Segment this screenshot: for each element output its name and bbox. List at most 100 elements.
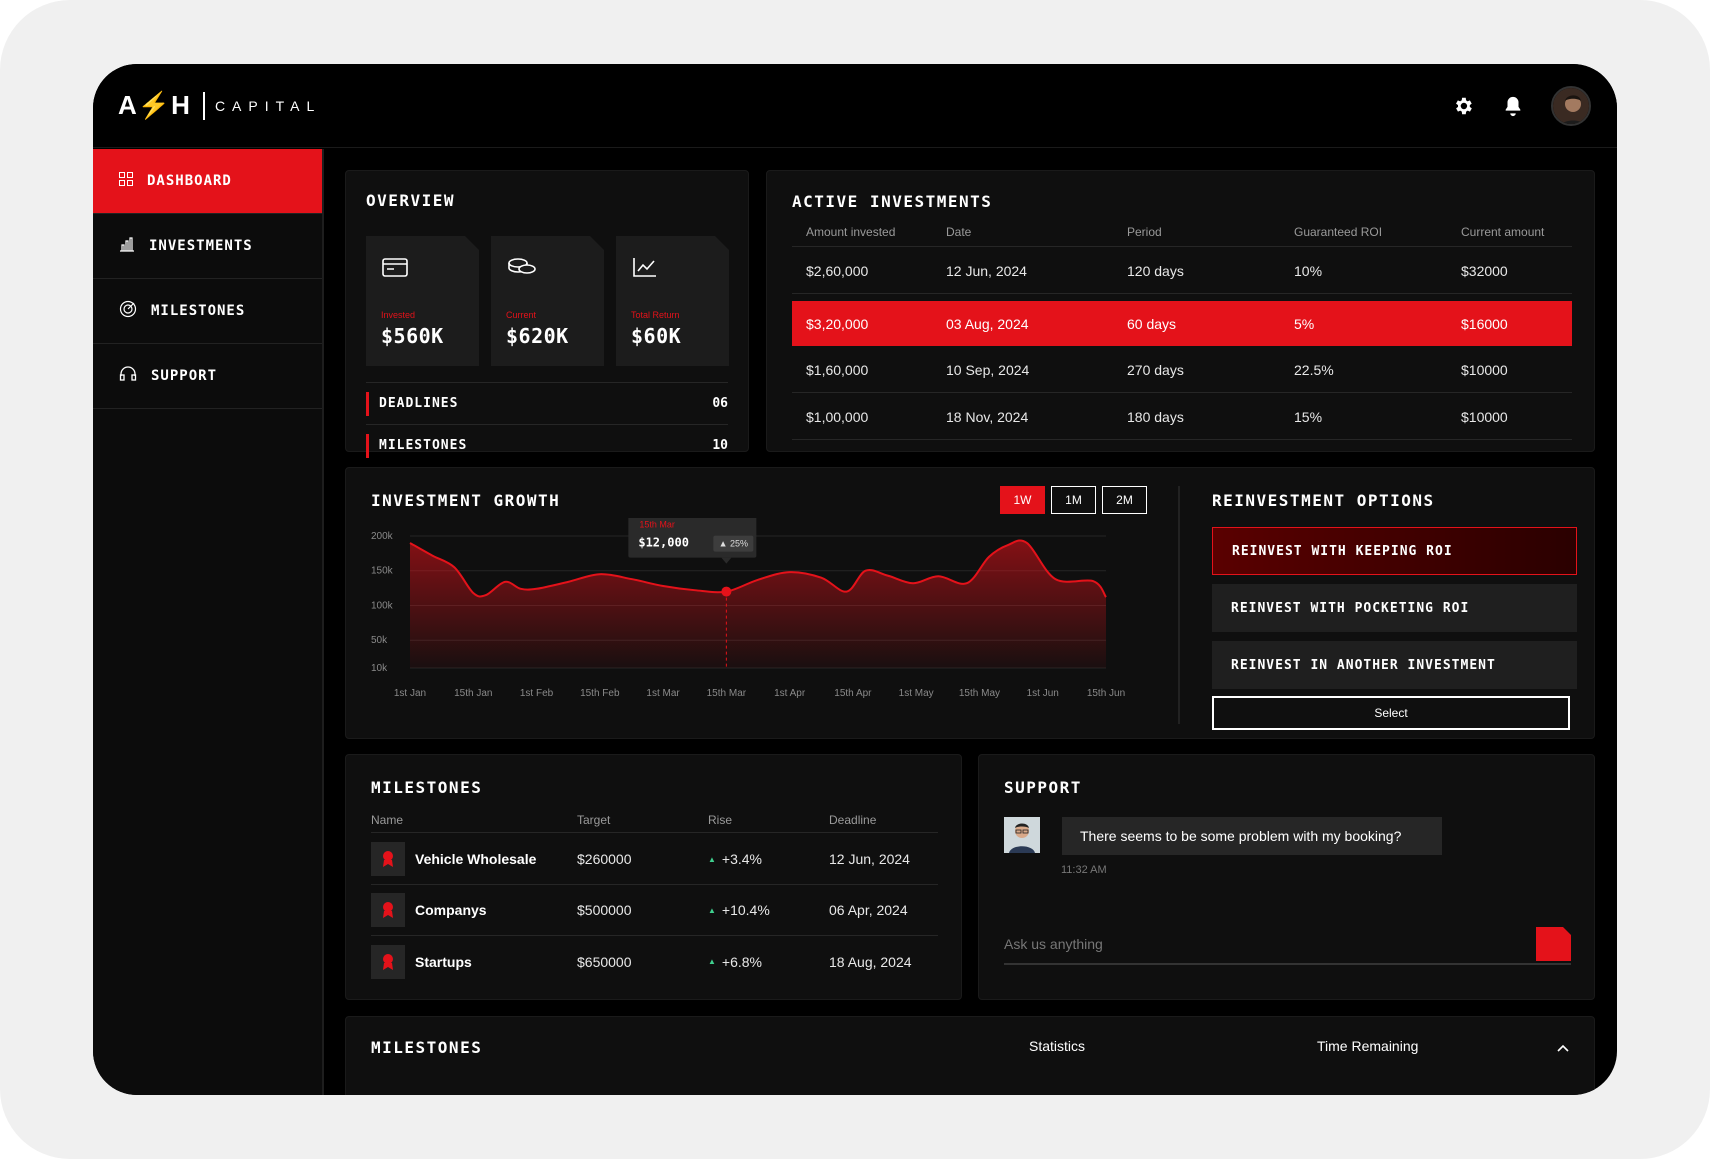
active-investments-title: ACTIVE INVESTMENTS: [792, 192, 993, 211]
coins-icon: [507, 256, 537, 283]
range-1w-button[interactable]: 1W: [1000, 486, 1045, 514]
col-roi: Guaranteed ROI: [1294, 225, 1383, 239]
table-row[interactable]: $1,00,000 18 Nov, 2024 180 days 15% $100…: [792, 395, 1572, 440]
milestone-name: Startups: [415, 953, 472, 970]
cell-period: 60 days: [1127, 315, 1177, 332]
range-1m-button[interactable]: 1M: [1051, 486, 1096, 514]
milestone-deadline: 12 Jun, 2024: [829, 851, 910, 867]
target-icon: [119, 300, 137, 322]
gear-icon[interactable]: [1451, 94, 1475, 118]
deadlines-row[interactable]: DEADLINES 06: [366, 382, 728, 424]
milestone-row[interactable]: Vehicle Wholesale $260000 ▲ +3.4% 12 Jun,…: [371, 834, 938, 885]
milestones-title: MILESTONES: [371, 778, 483, 797]
milestones-details-title: MILESTONES: [371, 1038, 483, 1057]
col-current: Current amount: [1461, 225, 1545, 239]
cell-current: $32000: [1461, 263, 1508, 279]
reinvest-pocket-roi-option[interactable]: REINVEST WITH POCKETING ROI: [1212, 584, 1577, 632]
chevron-up-icon[interactable]: [1556, 1040, 1570, 1058]
col-rise: Rise: [708, 813, 733, 827]
milestones-details-card: MILESTONES Statistics Time Remaining: [345, 1016, 1595, 1095]
device-frame: A⚡H CAPITAL DASHBOARD INVESTMENTS MILEST…: [0, 0, 1710, 1159]
x-tick-label: 15th Mar: [707, 688, 747, 699]
y-tick-label: 150k: [371, 566, 394, 577]
col-amount: Amount invested: [806, 225, 896, 239]
cell-amount: $3,20,000: [806, 315, 869, 332]
cell-amount: $1,60,000: [806, 362, 869, 378]
table-row-highlighted[interactable]: $3,20,000 03 Aug, 2024 60 days 5% $16000: [792, 301, 1572, 346]
table-header: Amount invested Date Period Guaranteed R…: [792, 225, 1572, 247]
stat-total-return: Total Return $60K: [616, 236, 729, 366]
sidebar-item-label: MILESTONES: [151, 303, 246, 319]
tooltip-change: ▲ 25%: [719, 539, 748, 549]
wallet-icon: [382, 256, 408, 283]
milestones-card: MILESTONES Name Target Rise Deadline Veh…: [345, 754, 962, 1000]
milestone-rise: +6.8%: [721, 953, 763, 970]
x-tick-label: 1st Jun: [1027, 688, 1059, 699]
send-button[interactable]: [1536, 927, 1571, 961]
cell-date: 18 Nov, 2024: [946, 409, 1029, 425]
stat-value: $560K: [381, 324, 444, 348]
x-tick-label: 15th Feb: [580, 688, 620, 699]
highlight-point: [721, 586, 732, 597]
x-tick-label: 1st Feb: [520, 688, 554, 699]
headset-icon: [119, 365, 137, 387]
milestone-deadline: 06 Apr, 2024: [829, 902, 908, 918]
col-name: Name: [371, 813, 404, 827]
up-arrow-icon: ▲: [708, 854, 716, 864]
milestone-rise: +3.4%: [721, 851, 763, 867]
support-title: SUPPORT: [1004, 778, 1082, 797]
select-button[interactable]: Select: [1212, 696, 1570, 730]
x-tick-label: 1st Mar: [646, 688, 680, 699]
tooltip-value: $12,000: [638, 536, 689, 550]
stat-value: $620K: [506, 324, 569, 348]
y-tick-label: 200k: [371, 531, 394, 542]
sidebar-item-dashboard[interactable]: DASHBOARD: [93, 149, 322, 214]
x-tick-label: 15th Jun: [1087, 688, 1125, 699]
range-2m-button[interactable]: 2M: [1102, 486, 1147, 514]
divider: [1178, 486, 1180, 724]
investment-growth-title: INVESTMENT GROWTH: [371, 491, 561, 510]
cell-current: $16000: [1461, 315, 1508, 332]
investment-growth-chart[interactable]: 200k 150k 100k 50k 10k 1st Jan 15th Jan 1st Feb…: [366, 518, 1126, 728]
statistics-column: Statistics: [1029, 1038, 1086, 1054]
cell-date: 12 Jun, 2024: [946, 263, 1027, 279]
cell-period: 180 days: [1127, 409, 1184, 425]
sidebar-item-investments[interactable]: INVESTMENTS: [93, 214, 322, 279]
tooltip-date: 15th Mar: [639, 520, 675, 530]
milestone-row[interactable]: Startups $650000 ▲ +6.8% 18 Aug, 2024: [371, 936, 938, 987]
col-period: Period: [1127, 225, 1162, 239]
chat-message: There seems to be some problem with my b…: [1062, 817, 1442, 855]
cell-roi: 15%: [1294, 409, 1323, 425]
stat-label: Current: [506, 310, 537, 320]
sidebar-item-milestones[interactable]: MILESTONES: [93, 279, 322, 344]
user-avatar[interactable]: [1551, 86, 1591, 126]
reinvestment-title: REINVESTMENT OPTIONS: [1212, 491, 1435, 510]
overview-title: OVERVIEW: [366, 191, 456, 210]
series-area: [410, 540, 1106, 668]
milestones-row[interactable]: MILESTONES 10: [366, 424, 728, 466]
milestone-name: Companys: [415, 902, 487, 918]
up-arrow-icon: ▲: [708, 905, 716, 915]
reinvest-another-option[interactable]: REINVEST IN ANOTHER INVESTMENT: [1212, 641, 1577, 689]
stat-label: Total Return: [631, 310, 680, 320]
x-tick-label: 15th May: [959, 688, 1000, 699]
reinvest-keep-roi-option[interactable]: REINVEST WITH KEEPING ROI: [1212, 527, 1577, 575]
table-row[interactable]: $2,60,000 12 Jun, 2024 120 days 10% $320…: [792, 249, 1572, 294]
brand-logo[interactable]: A⚡H CAPITAL: [118, 90, 321, 121]
col-target: Target: [577, 813, 611, 827]
cell-date: 10 Sep, 2024: [946, 362, 1030, 378]
support-message-input[interactable]: Ask us anything: [1004, 925, 1571, 965]
logo-mark: A⚡H: [118, 90, 191, 120]
col-deadline: Deadline: [829, 813, 877, 827]
bell-icon[interactable]: [1501, 94, 1525, 118]
milestone-deadline: 18 Aug, 2024: [829, 953, 912, 970]
milestone-row[interactable]: Companys $500000 ▲ +10.4% 06 Apr, 2024: [371, 885, 938, 936]
table-row[interactable]: $1,60,000 10 Sep, 2024 270 days 22.5% $1…: [792, 348, 1572, 393]
grid-icon: [119, 172, 133, 190]
sidebar-item-support[interactable]: SUPPORT: [93, 344, 322, 409]
input-placeholder: Ask us anything: [1004, 936, 1103, 952]
bar-chart-icon: [119, 236, 135, 256]
x-tick-label: 1st Apr: [774, 688, 806, 699]
active-investments-card: ACTIVE INVESTMENTS Amount invested Date …: [766, 170, 1595, 452]
ribbon-icon: [371, 944, 405, 979]
